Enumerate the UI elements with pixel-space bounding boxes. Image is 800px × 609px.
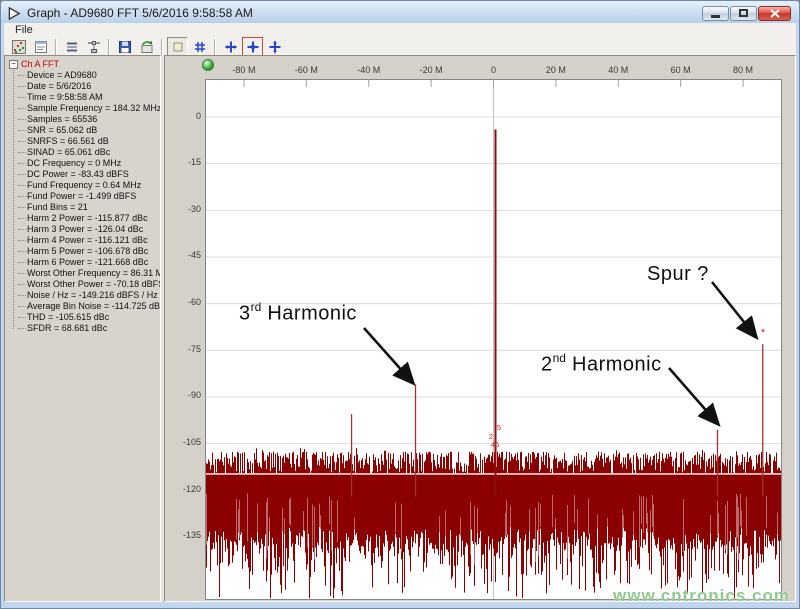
tree-item[interactable]: Fund Power = -1.499 dBFS — [14, 191, 160, 202]
window-title: Graph - AD9680 FFT 5/6/2016 9:58:58 AM — [27, 6, 253, 20]
window-controls — [702, 5, 791, 21]
tree-item[interactable]: THD = -105.615 dBc — [14, 312, 160, 323]
probe-cursor-button[interactable] — [83, 37, 104, 56]
tree-item[interactable]: Time = 9:58:58 AM — [14, 92, 160, 103]
titlebar: Graph - AD9680 FFT 5/6/2016 9:58:58 AM — [1, 1, 799, 23]
x-tick-label: 60 M — [670, 65, 691, 75]
maximize-icon — [739, 9, 748, 17]
status-led-icon — [202, 59, 214, 71]
tree-item[interactable]: Harm 5 Power = -106.678 dBc — [14, 246, 160, 257]
export-button[interactable] — [136, 37, 157, 56]
export-icon — [141, 40, 152, 53]
report-icon — [34, 40, 47, 53]
bin-marker-*: * — [761, 327, 766, 339]
graph-panel: 5 2 46 * www.cntronics.com -80 M -60 M -40 M-… — [164, 55, 796, 602]
y-tick-label: -15 — [187, 157, 201, 168]
tree-item[interactable]: Fund Bins = 21 — [14, 202, 160, 213]
x-tick-label: 20 M — [545, 65, 566, 75]
fft-plot: 5246* — [205, 79, 782, 600]
list-view-button[interactable] — [61, 37, 82, 56]
toolbar-separator — [214, 38, 216, 55]
y-tick-label: -60 — [187, 297, 201, 308]
tree-item[interactable]: Fund Frequency = 0.64 MHz — [14, 180, 160, 191]
tree-item[interactable]: SFDR = 68.681 dBc — [14, 323, 160, 334]
y-tick-label: 0 — [195, 110, 201, 121]
tree-item[interactable]: SNR = 65.062 dB — [14, 125, 160, 136]
tree-item[interactable]: Harm 2 Power = -115.877 dBc — [14, 213, 160, 224]
probe-cursor-icon — [87, 40, 100, 53]
tree-item[interactable]: Average Bin Noise = -114.725 dBFS — [14, 301, 160, 312]
bin-marker-46: 46 — [491, 440, 499, 449]
y-tick-label: -105 — [182, 437, 201, 448]
tree-item[interactable]: Date = 5/6/2016 — [14, 81, 160, 92]
minimize-icon — [711, 14, 720, 18]
y-tick-label: -30 — [187, 203, 201, 214]
tree-item[interactable]: Harm 6 Power = -121.668 dBc — [14, 257, 160, 268]
x-tick-label: -80 M — [232, 65, 256, 75]
tree-root-ch-a-fft[interactable]: Ch A FFT — [9, 58, 160, 70]
save-icon — [118, 40, 131, 53]
x-tick-label: -40 M — [357, 65, 381, 75]
tile-cross-alt-icon — [269, 40, 280, 53]
results-tree-panel: Ch A FFT Device = AD9680Date = 5/6/2016T… — [4, 55, 161, 602]
tree-item[interactable]: Sample Frequency = 184.32 MHz — [14, 103, 160, 114]
save-button[interactable] — [114, 37, 135, 56]
tree-item[interactable]: DC Power = -83.43 dBFS — [14, 169, 160, 180]
annotation-spur-: Spur ? — [647, 263, 709, 285]
single-plot-button[interactable] — [167, 37, 188, 56]
tree-item[interactable]: Worst Other Frequency = 86.31 MHz — [14, 268, 160, 279]
tree-item[interactable]: SNRFS = 66.561 dB — [14, 136, 160, 147]
tree-root-label: Ch A FFT — [21, 59, 60, 69]
tile-cross-active-button[interactable] — [242, 37, 263, 56]
maximize-button[interactable] — [730, 5, 757, 21]
minimize-button[interactable] — [702, 5, 729, 21]
x-tick-label: 80 M — [733, 65, 754, 75]
annotation-2nd-harmonic: 2nd Harmonic — [541, 351, 662, 376]
x-tick-label: -60 M — [294, 65, 318, 75]
grid-toggle-button[interactable] — [189, 37, 210, 56]
toolbar-separator — [161, 38, 163, 55]
x-tick-label: -20 M — [419, 65, 443, 75]
menu-file[interactable]: File — [10, 24, 38, 36]
tile-cross-icon — [224, 41, 237, 52]
x-tick-label: 0 — [490, 65, 497, 75]
tree-items: Device = AD9680 Date = 5/6/2016 Time = 9:5… — [9, 68, 160, 334]
app-icon — [8, 6, 21, 20]
tile-cross-button[interactable] — [220, 37, 241, 56]
y-tick-label: -120 — [182, 483, 201, 494]
tree-item[interactable]: Harm 4 Power = -116.121 dBc — [14, 235, 160, 246]
menubar: File — [4, 23, 796, 36]
y-tick-label: -75 — [187, 343, 201, 354]
annotation-3rd-harmonic: 3rd Harmonic — [239, 300, 357, 325]
tree-item[interactable]: Harm 3 Power = -126.04 dBc — [14, 224, 160, 235]
x-tick-label: 40 M — [608, 65, 629, 75]
tree-item[interactable]: Device = AD9680 — [14, 70, 160, 81]
y-tick-label: -90 — [187, 390, 201, 401]
tile-cross-alt-button[interactable] — [264, 37, 285, 56]
list-icon — [66, 42, 77, 51]
bin-marker-5: 5 — [497, 423, 501, 432]
close-button[interactable] — [758, 5, 791, 21]
y-tick-label: -45 — [187, 250, 201, 261]
single-plot-icon — [173, 42, 182, 51]
y-tick-label: -135 — [182, 530, 201, 541]
close-icon — [769, 8, 780, 18]
toolbar-separator — [55, 38, 57, 55]
tree-item[interactable]: DC Frequency = 0 MHz — [14, 158, 160, 169]
tree-item[interactable]: SINAD = 65.061 dBc — [14, 147, 160, 158]
app-window: Graph - AD9680 FFT 5/6/2016 9:58:58 AM F… — [0, 0, 800, 609]
tile-cross-active-icon — [247, 41, 258, 52]
tree-item[interactable]: Noise / Hz = -149.216 dBFS / Hz — [14, 290, 160, 301]
main-content: Ch A FFT Device = AD9680Date = 5/6/2016T… — [4, 55, 796, 602]
report-button[interactable] — [30, 37, 51, 56]
tree-item[interactable]: Worst Other Power = -70.18 dBFS — [14, 279, 160, 290]
fft-graph-button[interactable] — [8, 37, 29, 56]
watermark: www.cntronics.com — [613, 586, 790, 602]
grid-toggle-icon — [194, 41, 205, 52]
toolbar-separator — [108, 38, 110, 55]
tree-item[interactable]: Samples = 65536 — [14, 114, 160, 125]
fft-graph-icon — [11, 39, 26, 54]
